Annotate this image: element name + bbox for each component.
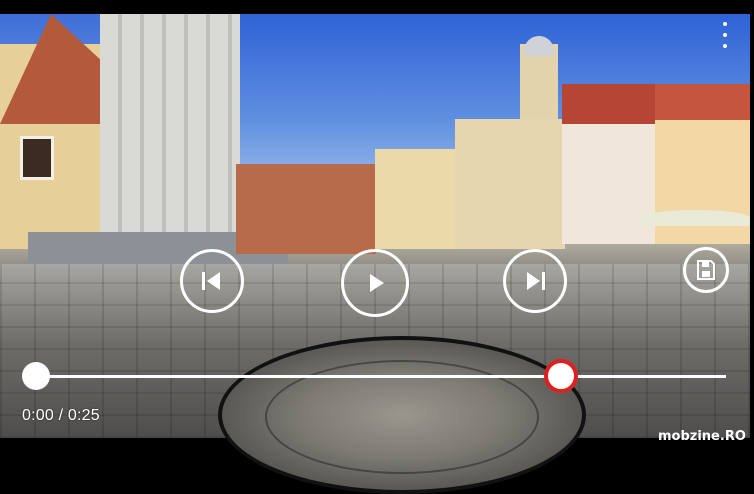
next-button[interactable] <box>503 249 567 313</box>
save-button[interactable] <box>683 247 729 293</box>
save-icon <box>697 260 715 280</box>
time-display: 0:00 / 0:25 <box>22 407 100 425</box>
previous-button[interactable] <box>180 249 244 313</box>
left-window <box>20 136 54 180</box>
town-row-1 <box>236 164 376 254</box>
current-time: 0:00 <box>22 407 54 424</box>
time-separator: / <box>53 407 68 424</box>
scaffold-building <box>100 14 240 244</box>
duration: 0:25 <box>67 407 100 424</box>
seek-bar[interactable] <box>36 375 726 378</box>
town-row-2 <box>375 149 455 249</box>
more-menu-button[interactable] <box>716 22 734 48</box>
seek-end-handle[interactable] <box>544 359 578 393</box>
skip-previous-icon <box>202 272 220 290</box>
church-body <box>455 119 565 249</box>
umbrellas <box>640 210 750 226</box>
play-button[interactable] <box>341 249 409 317</box>
more-vertical-icon <box>723 22 727 26</box>
skip-next-icon <box>527 272 545 290</box>
menu-dot <box>723 44 727 48</box>
watermark: mobzine.RO <box>658 429 746 444</box>
seek-start-handle[interactable] <box>22 362 50 390</box>
menu-dot <box>723 33 727 37</box>
play-icon <box>370 274 384 292</box>
